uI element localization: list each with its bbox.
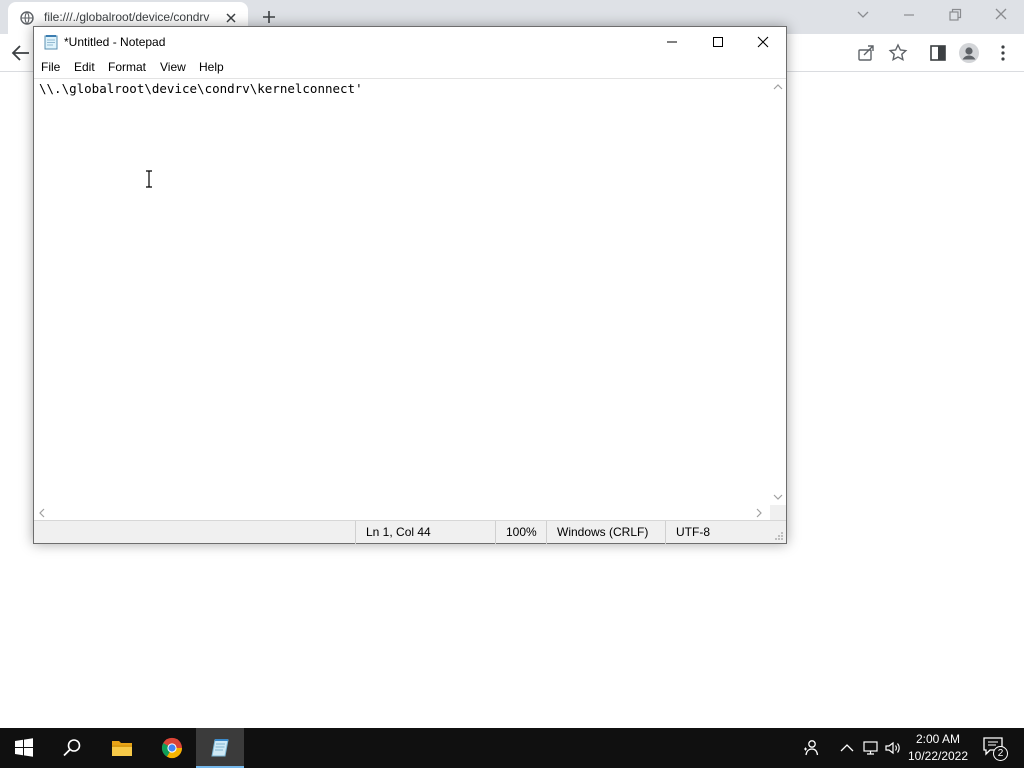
people-icon[interactable]: [802, 739, 820, 757]
resize-grip-icon[interactable]: [772, 529, 784, 541]
scroll-up-icon[interactable]: [773, 82, 783, 92]
menu-bar: File Edit Format View Help: [34, 57, 786, 77]
start-icon: [15, 738, 33, 757]
close-icon[interactable]: [224, 11, 238, 25]
menu-file[interactable]: File: [41, 60, 60, 74]
scroll-corner: [770, 505, 786, 521]
editor-text: \\.\globalroot\device\condrv\kernelconne…: [39, 81, 363, 96]
arrow-left-icon[interactable]: [10, 43, 32, 63]
status-line-ending: Windows (CRLF): [546, 521, 665, 544]
minimize-button[interactable]: [649, 27, 695, 57]
globe-icon: [20, 11, 34, 25]
chevron-up-icon[interactable]: [838, 739, 856, 757]
tab-title: file:///./globalroot/device/condrv: [44, 10, 210, 24]
close-button[interactable]: [740, 27, 786, 57]
maximize-button[interactable]: [695, 27, 741, 57]
maximize-icon: [713, 37, 723, 47]
plus-icon[interactable]: [260, 8, 278, 26]
menu-format[interactable]: Format: [108, 60, 146, 74]
chevron-down-icon[interactable]: [853, 6, 873, 24]
clock-date: 10/22/2022: [907, 749, 969, 763]
close-icon: [757, 36, 769, 48]
side-panel-icon[interactable]: [928, 43, 948, 63]
status-zoom: 100%: [495, 521, 546, 544]
scroll-left-icon[interactable]: [37, 508, 47, 518]
menu-view[interactable]: View: [160, 60, 186, 74]
restore-icon[interactable]: [945, 6, 965, 24]
menu-help[interactable]: Help: [199, 60, 224, 74]
menu-edit[interactable]: Edit: [74, 60, 95, 74]
text-cursor-icon: [146, 170, 152, 188]
system-clock[interactable]: 2:00 AM 10/22/2022: [904, 731, 972, 767]
vertical-scrollbar[interactable]: [770, 79, 786, 505]
action-center-button[interactable]: 2: [980, 736, 1008, 762]
notepad-icon: [44, 35, 58, 50]
scroll-down-icon[interactable]: [773, 492, 783, 502]
kebab-menu-icon[interactable]: [993, 43, 1013, 63]
scroll-right-icon[interactable]: [754, 508, 764, 518]
chrome-icon: [161, 737, 183, 759]
star-icon[interactable]: [888, 43, 908, 63]
status-encoding: UTF-8: [665, 521, 770, 544]
search-button[interactable]: [48, 728, 96, 768]
notepad-window: *Untitled - Notepad File Edit Format Vie…: [33, 26, 787, 544]
profile-icon[interactable]: [958, 42, 980, 64]
close-window-icon[interactable]: [991, 6, 1011, 24]
notepad-icon: [211, 739, 229, 757]
start-button[interactable]: [0, 728, 48, 768]
search-icon: [63, 739, 81, 757]
file-explorer-button[interactable]: [98, 728, 146, 768]
chrome-button[interactable]: [148, 728, 196, 768]
status-position: Ln 1, Col 44: [355, 521, 495, 544]
notepad-title-bar[interactable]: *Untitled - Notepad: [34, 27, 786, 57]
share-icon[interactable]: [856, 43, 876, 63]
file-explorer-icon: [112, 741, 132, 756]
notepad-taskbar-button[interactable]: [196, 728, 244, 768]
minimize-icon[interactable]: [899, 6, 919, 24]
volume-icon[interactable]: [884, 739, 902, 757]
window-title: *Untitled - Notepad: [64, 35, 166, 49]
status-bar: Ln 1, Col 44 100% Windows (CRLF) UTF-8: [34, 520, 786, 544]
horizontal-scrollbar[interactable]: [34, 505, 770, 521]
network-icon[interactable]: [862, 739, 880, 757]
clock-time: 2:00 AM: [915, 732, 961, 746]
text-editor[interactable]: \\.\globalroot\device\condrv\kernelconne…: [34, 78, 786, 521]
taskbar: 2:00 AM 10/22/2022 2: [0, 728, 1024, 768]
notification-badge: 2: [993, 746, 1008, 761]
minimize-icon: [667, 41, 677, 43]
